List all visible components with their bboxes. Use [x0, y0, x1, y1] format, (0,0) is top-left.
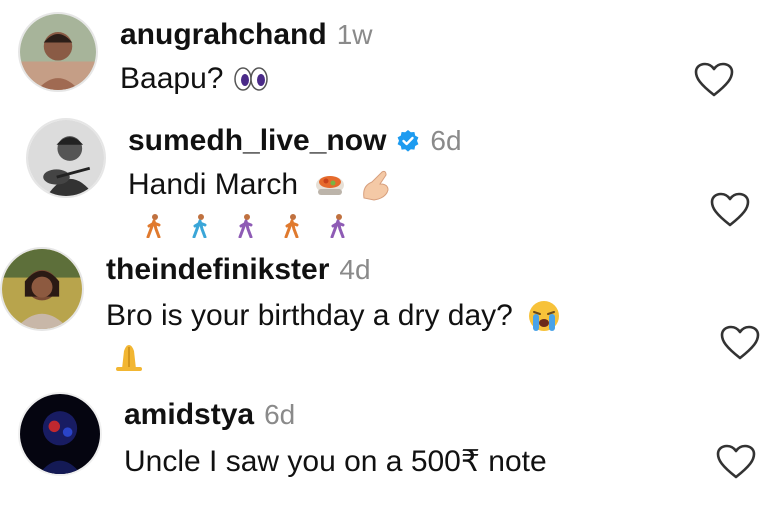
comment-header: anugrahchand 1w — [120, 18, 373, 52]
username[interactable]: sumedh_live_now — [128, 124, 386, 158]
heart-outline-icon[interactable] — [720, 325, 760, 361]
praying-hands-emoji — [112, 341, 146, 376]
comment-text: Bro is your birthday a dry day? — [106, 299, 561, 333]
comment-header: amidstya 6d — [124, 398, 295, 432]
comment-body: Bro is your birthday a dry day? — [106, 299, 513, 332]
username[interactable]: amidstya — [124, 398, 254, 432]
eyes-emoji — [233, 66, 269, 92]
comment-text: Handi March — [128, 168, 392, 202]
pinching-hand-emoji — [360, 168, 392, 202]
walking-person-emoji — [284, 214, 299, 238]
comment-body: Baapu? — [120, 62, 224, 95]
comment-item: sumedh_live_now 6d Handi March — [0, 110, 770, 245]
heart-outline-icon[interactable] — [716, 444, 756, 480]
comment-header: sumedh_live_now 6d — [128, 124, 462, 158]
comment-item: anugrahchand 1w Baapu? — [0, 0, 770, 110]
timestamp: 4d — [339, 254, 371, 285]
avatar[interactable] — [18, 12, 98, 92]
timestamp: 6d — [430, 125, 462, 156]
comment-item: amidstya 6d Uncle I saw you on a 500₹ no… — [0, 380, 770, 515]
walking-person-emoji — [330, 214, 345, 238]
walking-person-emoji — [146, 214, 161, 238]
comment-text: Baapu? — [120, 62, 269, 96]
comment-body: Uncle I saw you on a 500₹ note — [124, 445, 547, 478]
crying-face-emoji — [527, 299, 561, 333]
comment-header: theindefinikster 4d — [106, 253, 371, 287]
heart-outline-icon[interactable] — [710, 192, 750, 228]
verified-badge-icon — [396, 129, 420, 153]
comment-text: Uncle I saw you on a 500₹ note — [124, 444, 547, 479]
pot-of-food-emoji — [314, 171, 346, 199]
avatar[interactable] — [26, 118, 106, 198]
walking-person-emoji — [192, 214, 207, 238]
username[interactable]: anugrahchand — [120, 18, 327, 52]
comment-body: Handi March — [128, 168, 299, 201]
timestamp: 6d — [264, 399, 296, 430]
timestamp: 1w — [336, 19, 373, 50]
username[interactable]: theindefinikster — [106, 253, 329, 287]
avatar[interactable] — [18, 392, 102, 476]
walking-person-emoji-row — [146, 214, 346, 238]
walking-person-emoji — [238, 214, 253, 238]
comment-item: theindefinikster 4d Bro is your birthday… — [0, 245, 770, 380]
avatar[interactable] — [0, 247, 84, 331]
heart-outline-icon[interactable] — [694, 62, 734, 98]
